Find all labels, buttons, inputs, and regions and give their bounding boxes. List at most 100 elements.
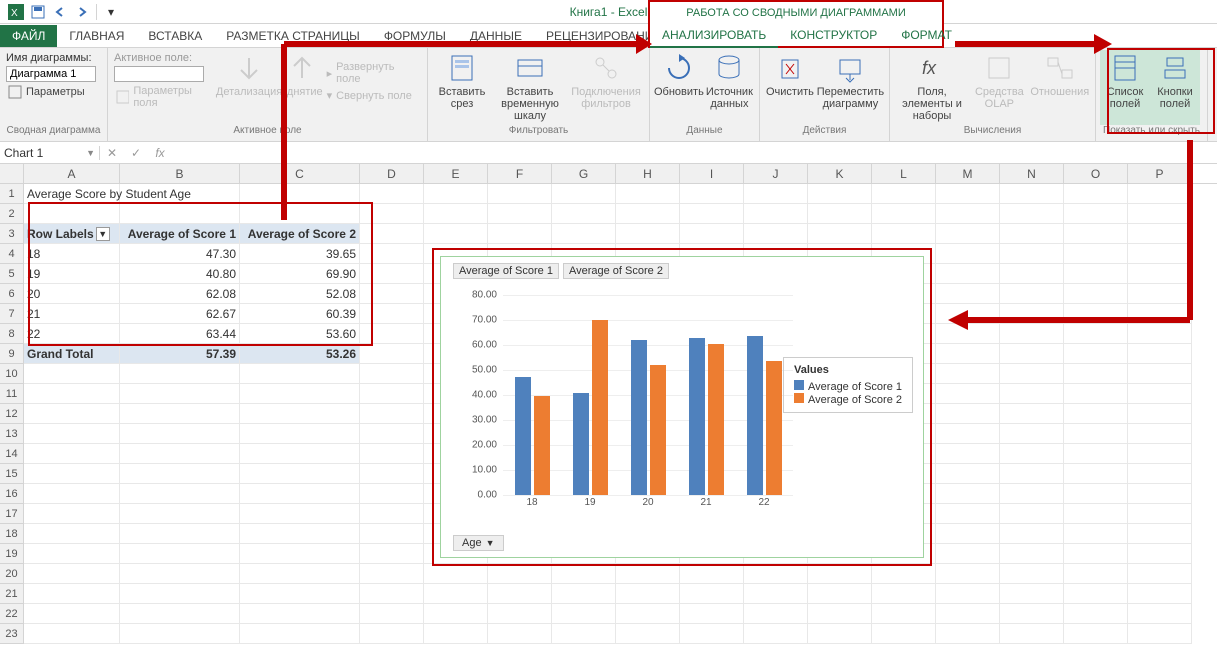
active-field-input[interactable] (114, 66, 204, 82)
cell[interactable]: 69.90 (240, 264, 360, 284)
cell[interactable]: 57.39 (120, 344, 240, 364)
cell[interactable] (1128, 304, 1192, 324)
cell[interactable] (936, 184, 1000, 204)
cell[interactable] (936, 544, 1000, 564)
cell[interactable] (552, 224, 616, 244)
refresh-button[interactable]: Обновить (654, 50, 704, 125)
cell[interactable] (1064, 524, 1128, 544)
cell[interactable] (1128, 544, 1192, 564)
cell[interactable] (240, 424, 360, 444)
row-header[interactable]: 7 (0, 304, 24, 324)
cell[interactable] (360, 464, 424, 484)
cell[interactable] (872, 564, 936, 584)
cell[interactable] (680, 204, 744, 224)
insert-slicer-button[interactable]: Вставить срез (432, 50, 492, 125)
cell[interactable] (24, 204, 120, 224)
tab-layout[interactable]: РАЗМЕТКА СТРАНИЦЫ (214, 25, 372, 47)
tab-home[interactable]: ГЛАВНАЯ (57, 25, 136, 47)
cell[interactable] (120, 404, 240, 424)
cell[interactable] (1000, 544, 1064, 564)
row-header[interactable]: 10 (0, 364, 24, 384)
cell[interactable] (936, 304, 1000, 324)
select-all-corner[interactable] (0, 164, 24, 183)
cell[interactable] (1000, 324, 1064, 344)
cell[interactable] (1064, 204, 1128, 224)
cell[interactable] (1000, 624, 1064, 644)
cell[interactable] (360, 484, 424, 504)
col-header[interactable]: D (360, 164, 424, 183)
drill-up-button[interactable]: однятие (279, 50, 325, 125)
cell[interactable] (1128, 244, 1192, 264)
cell[interactable] (120, 544, 240, 564)
move-chart-button[interactable]: Переместить диаграмму (816, 50, 885, 125)
col-header[interactable]: N (1000, 164, 1064, 183)
cell[interactable] (24, 484, 120, 504)
row-header[interactable]: 15 (0, 464, 24, 484)
cell[interactable] (1128, 564, 1192, 584)
cell[interactable] (1000, 464, 1064, 484)
cell[interactable] (552, 604, 616, 624)
cell[interactable] (936, 424, 1000, 444)
cell[interactable] (936, 584, 1000, 604)
cell[interactable] (424, 584, 488, 604)
cell[interactable] (936, 264, 1000, 284)
cell[interactable] (744, 204, 808, 224)
cell[interactable] (120, 184, 240, 204)
cell[interactable] (360, 604, 424, 624)
name-box[interactable]: Chart 1▼ (0, 146, 100, 160)
cell[interactable] (1064, 324, 1128, 344)
cell[interactable] (616, 564, 680, 584)
cell[interactable]: Average of Score 1 (120, 224, 240, 244)
col-header[interactable]: C (240, 164, 360, 183)
row-header[interactable]: 12 (0, 404, 24, 424)
cell[interactable] (1000, 184, 1064, 204)
cell[interactable] (24, 624, 120, 644)
row-header[interactable]: 18 (0, 524, 24, 544)
cell[interactable] (24, 584, 120, 604)
cell[interactable] (1064, 604, 1128, 624)
row-header[interactable]: 22 (0, 604, 24, 624)
cell[interactable] (552, 624, 616, 644)
filter-connections-button[interactable]: Подключения фильтров (568, 50, 644, 125)
cell[interactable] (24, 544, 120, 564)
row-header[interactable]: 6 (0, 284, 24, 304)
cell[interactable] (24, 444, 120, 464)
cell[interactable] (360, 384, 424, 404)
cell[interactable] (240, 604, 360, 624)
cell[interactable]: 53.60 (240, 324, 360, 344)
tab-insert[interactable]: ВСТАВКА (136, 25, 214, 47)
cell[interactable] (616, 184, 680, 204)
cell[interactable] (744, 584, 808, 604)
cell[interactable] (1000, 284, 1064, 304)
cell[interactable] (1128, 364, 1192, 384)
cell[interactable] (808, 624, 872, 644)
cell[interactable] (808, 604, 872, 624)
cell[interactable] (872, 624, 936, 644)
chart-value-button-2[interactable]: Average of Score 2 (563, 263, 669, 279)
tab-data[interactable]: ДАННЫЕ (458, 25, 534, 47)
cell[interactable] (1128, 464, 1192, 484)
cell[interactable] (1128, 584, 1192, 604)
cell[interactable] (240, 484, 360, 504)
cell[interactable] (120, 464, 240, 484)
cell[interactable]: 60.39 (240, 304, 360, 324)
cancel-icon[interactable]: ✕ (100, 146, 124, 160)
col-header[interactable]: E (424, 164, 488, 183)
cell[interactable] (1000, 304, 1064, 324)
cell[interactable] (24, 384, 120, 404)
cell[interactable] (872, 184, 936, 204)
cell[interactable] (872, 584, 936, 604)
tab-file[interactable]: ФАЙЛ (0, 25, 57, 47)
row-header[interactable]: 2 (0, 204, 24, 224)
cell[interactable] (240, 564, 360, 584)
cell[interactable] (1128, 444, 1192, 464)
col-header[interactable]: H (616, 164, 680, 183)
row-header[interactable]: 8 (0, 324, 24, 344)
cell[interactable]: 20 (24, 284, 120, 304)
cell[interactable] (936, 444, 1000, 464)
cell[interactable] (488, 604, 552, 624)
cell[interactable] (808, 204, 872, 224)
fx-icon[interactable]: fx (148, 146, 172, 160)
cell[interactable] (240, 464, 360, 484)
cell[interactable] (24, 364, 120, 384)
